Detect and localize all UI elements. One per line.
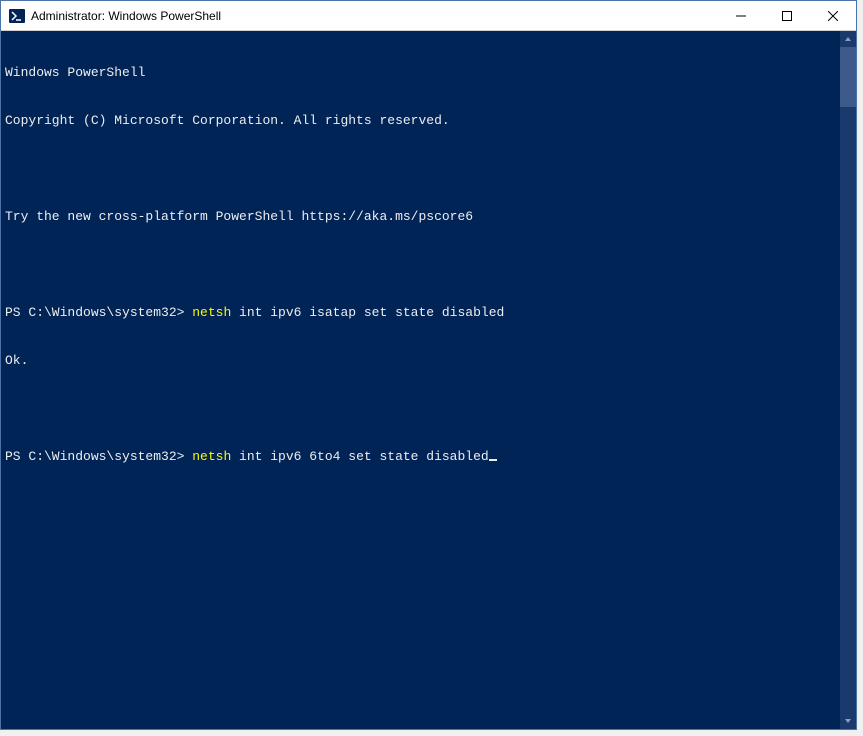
window-controls: [718, 1, 856, 30]
maximize-button[interactable]: [764, 1, 810, 31]
banner-line-3: Try the new cross-platform PowerShell ht…: [5, 209, 836, 225]
prompt-line-2: PS C:\Windows\system32> netsh int ipv6 6…: [5, 449, 836, 465]
command-2-rest: int ipv6 6to4 set state disabled: [239, 449, 489, 464]
scrollbar-down-arrow[interactable]: [840, 713, 856, 729]
window-title: Administrator: Windows PowerShell: [31, 9, 718, 23]
scrollbar-thumb[interactable]: [840, 47, 856, 107]
powershell-window: Administrator: Windows PowerShell: [0, 0, 857, 730]
prompt-2: PS C:\Windows\system32>: [5, 449, 192, 464]
scrollbar-up-arrow[interactable]: [840, 31, 856, 47]
command-2-highlight: netsh: [192, 449, 239, 464]
close-button[interactable]: [810, 1, 856, 31]
terminal-content[interactable]: Windows PowerShell Copyright (C) Microso…: [1, 31, 840, 729]
minimize-icon: [736, 11, 746, 21]
blank-line: [5, 257, 836, 273]
minimize-button[interactable]: [718, 1, 764, 31]
prompt-line-1: PS C:\Windows\system32> netsh int ipv6 i…: [5, 305, 836, 321]
close-icon: [828, 11, 838, 21]
titlebar: Administrator: Windows PowerShell: [1, 1, 856, 31]
cursor: [489, 459, 497, 461]
prompt-1: PS C:\Windows\system32>: [5, 305, 192, 320]
powershell-icon: [9, 8, 25, 24]
banner-line-1: Windows PowerShell: [5, 65, 836, 81]
result-line-1: Ok.: [5, 353, 836, 369]
command-1-highlight: netsh: [192, 305, 239, 320]
banner-line-2: Copyright (C) Microsoft Corporation. All…: [5, 113, 836, 129]
terminal-body: Windows PowerShell Copyright (C) Microso…: [1, 31, 856, 729]
command-1-rest: int ipv6 isatap set state disabled: [239, 305, 504, 320]
blank-line: [5, 401, 836, 417]
vertical-scrollbar[interactable]: [840, 31, 856, 729]
blank-line: [5, 161, 836, 177]
maximize-icon: [782, 11, 792, 21]
